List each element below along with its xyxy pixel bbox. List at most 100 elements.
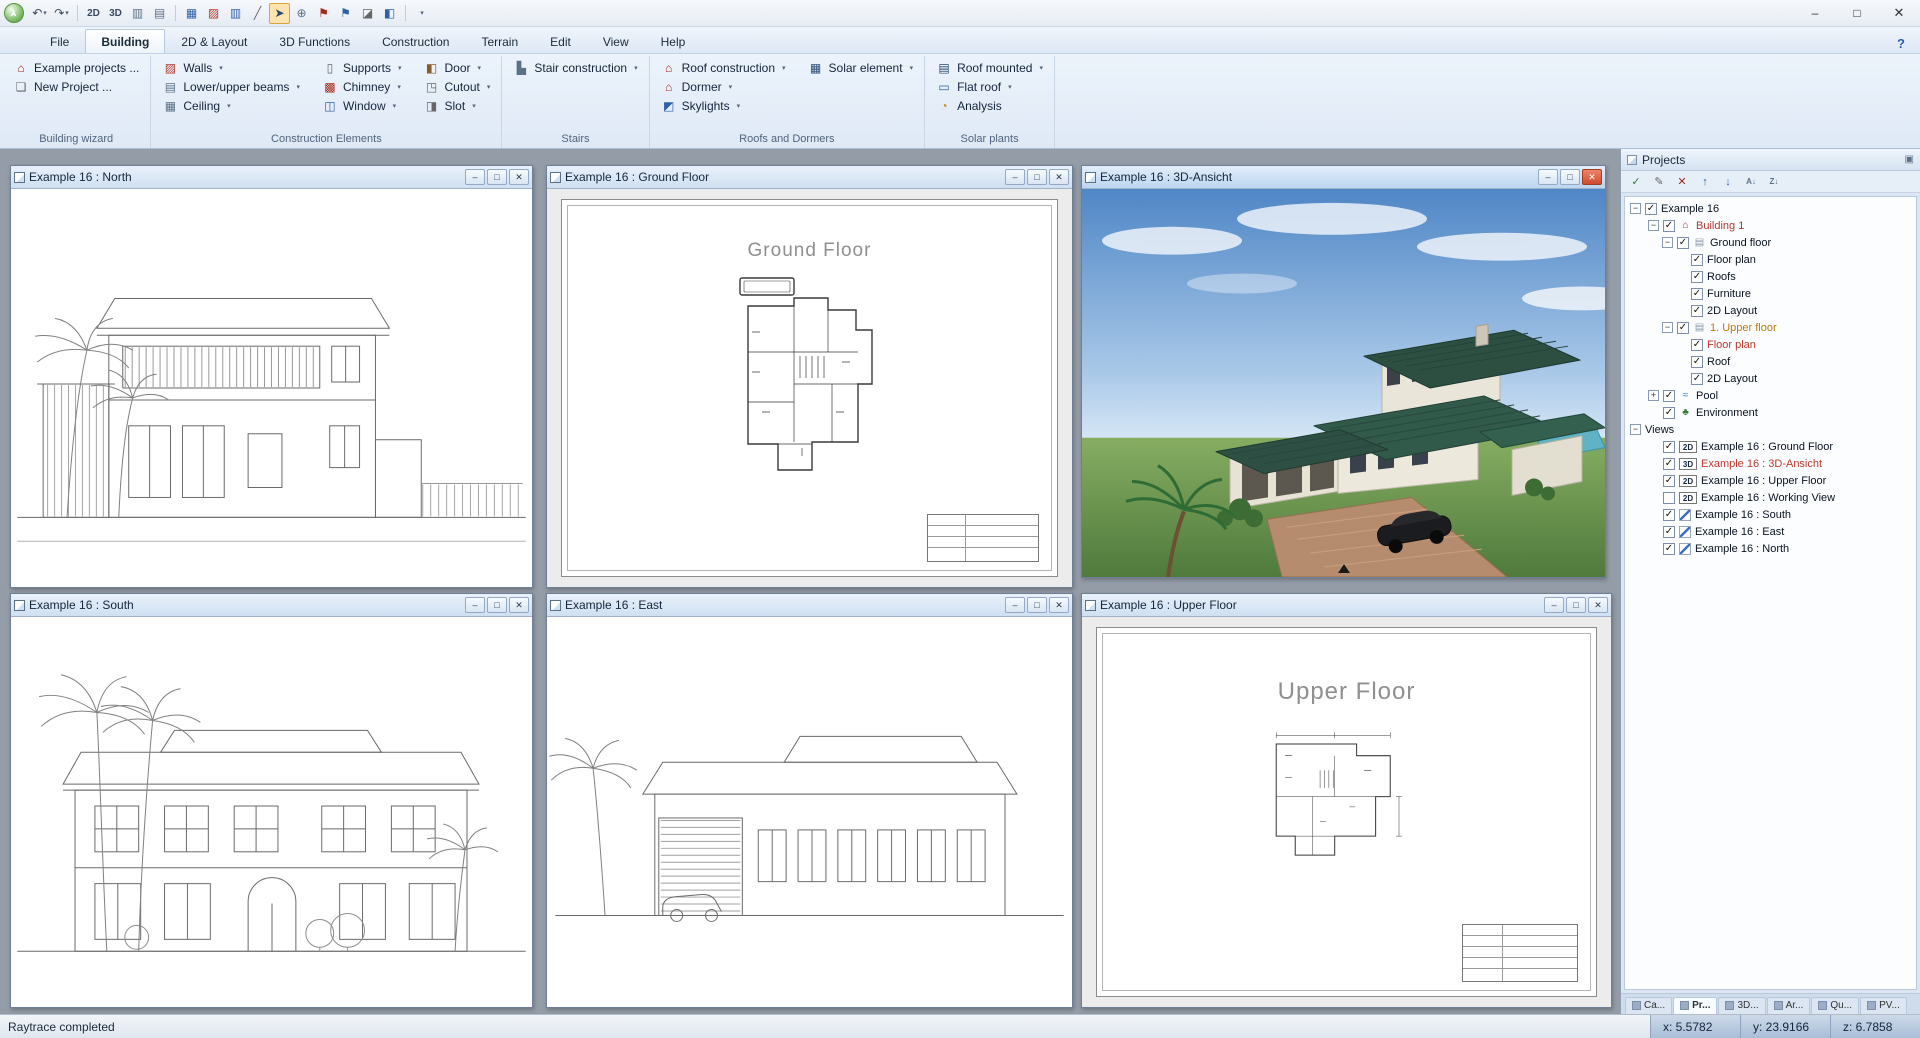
dropdown-caret-icon[interactable]: ▾ xyxy=(1008,83,1012,91)
roof-construction-button[interactable]: ⌂Roof construction▾ xyxy=(658,59,789,77)
tree-item-roofs[interactable]: ✓Roofs xyxy=(1625,268,1916,285)
tree-item-views[interactable]: −Views xyxy=(1625,421,1916,438)
tab-terrain[interactable]: Terrain xyxy=(465,29,534,53)
window-button[interactable]: ◫Window▾ xyxy=(319,97,405,115)
drawing-canvas-north[interactable] xyxy=(11,189,532,587)
tree-item-2d-layout-upper[interactable]: ✓2D Layout xyxy=(1625,370,1916,387)
close-button[interactable]: ✕ xyxy=(1049,169,1069,185)
tree-checkbox[interactable]: ✓ xyxy=(1691,271,1703,283)
tree-item-furniture[interactable]: ✓Furniture xyxy=(1625,285,1916,302)
tree-expander[interactable]: − xyxy=(1662,237,1673,248)
undo-caret-icon[interactable]: ▾ xyxy=(43,9,47,17)
window-close-button[interactable]: ✕ xyxy=(1878,0,1920,26)
tree-expander[interactable]: − xyxy=(1630,424,1641,435)
tree-checkbox[interactable]: ✓ xyxy=(1677,237,1689,249)
restore-button[interactable]: □ xyxy=(1027,169,1047,185)
tree-item-example-16[interactable]: −✓Example 16 xyxy=(1625,200,1916,217)
panel-tab-3d-objects[interactable]: 3D... xyxy=(1718,997,1765,1014)
tree-checkbox[interactable]: ✓ xyxy=(1691,305,1703,317)
window-titlebar[interactable]: Example 16 : Upper Floor –□✕ xyxy=(1082,594,1611,617)
dropdown-caret-icon[interactable]: ▾ xyxy=(729,83,733,91)
tree-item-view-south[interactable]: ✓Example 16 : South xyxy=(1625,506,1916,523)
dropdown-caret-icon[interactable]: ▾ xyxy=(634,64,638,72)
slot-button[interactable]: ◨Slot▾ xyxy=(421,97,494,115)
window-north[interactable]: Example 16 : North –□✕ xyxy=(10,165,533,588)
tree-item-view-3d-ansicht[interactable]: ✓3DExample 16 : 3D-Ansicht xyxy=(1625,455,1916,472)
supports-button[interactable]: ▯Supports▾ xyxy=(319,59,405,77)
pan-tool-button[interactable]: ⊕ xyxy=(291,3,312,24)
minimize-button[interactable]: – xyxy=(465,597,485,613)
ceiling-button[interactable]: ▦Ceiling▾ xyxy=(159,97,303,115)
drawing-canvas-ground-floor[interactable]: Ground Floor xyxy=(547,189,1072,587)
redo-button[interactable]: ↷▾ xyxy=(51,3,72,24)
tab-3d-functions[interactable]: 3D Functions xyxy=(263,29,366,53)
view-2d-button[interactable]: 2D xyxy=(83,3,104,24)
dropdown-caret-icon[interactable]: ▾ xyxy=(472,102,476,110)
tree-checkbox[interactable]: ✓ xyxy=(1663,220,1675,232)
dropdown-caret-icon[interactable]: ▾ xyxy=(397,83,401,91)
eraser-button[interactable]: ◪ xyxy=(357,3,378,24)
tree-item-view-upper-floor[interactable]: ✓2DExample 16 : Upper Floor xyxy=(1625,472,1916,489)
panel-tab-projects[interactable]: Pr... xyxy=(1673,997,1717,1014)
minimize-button[interactable]: – xyxy=(1544,597,1564,613)
undo-button[interactable]: ↶▾ xyxy=(29,3,50,24)
move-up-button[interactable]: ↑ xyxy=(1695,173,1715,191)
redo-caret-icon[interactable]: ▾ xyxy=(65,9,69,17)
tab-building[interactable]: Building xyxy=(85,29,165,53)
tree-checkbox[interactable]: ✓ xyxy=(1663,407,1675,419)
tree-checkbox[interactable]: ✓ xyxy=(1663,543,1675,555)
panel-tab-pv[interactable]: PV... xyxy=(1860,997,1907,1014)
dropdown-caret-icon[interactable]: ▾ xyxy=(1039,64,1043,72)
close-button[interactable]: ✕ xyxy=(509,597,529,613)
panel-tab-areas[interactable]: Ar... xyxy=(1767,997,1811,1014)
tab-file[interactable]: File xyxy=(34,29,85,53)
flat-roof-button[interactable]: ▭Flat roof▾ xyxy=(933,78,1046,96)
wall-tool-button[interactable]: ▨ xyxy=(203,3,224,24)
sort-ascending-button[interactable]: A↓ xyxy=(1741,173,1761,191)
window-ground-floor[interactable]: Example 16 : Ground Floor –□✕ Ground Flo… xyxy=(546,165,1073,588)
tree-item-floor-plan-upper[interactable]: ✓Floor plan xyxy=(1625,336,1916,353)
analysis-button[interactable]: ◔Analysis xyxy=(933,97,1046,115)
tree-item-view-working-view[interactable]: 2DExample 16 : Working View xyxy=(1625,489,1916,506)
sort-descending-button[interactable]: Z↓ xyxy=(1764,173,1784,191)
chimney-button[interactable]: ▩Chimney▾ xyxy=(319,78,405,96)
tree-item-building-1[interactable]: −✓⌂Building 1 xyxy=(1625,217,1916,234)
dropdown-caret-icon[interactable]: ▾ xyxy=(487,83,491,91)
minimize-button[interactable]: – xyxy=(1538,169,1558,185)
measure-tool-button[interactable]: ╱ xyxy=(247,3,268,24)
restore-button[interactable]: □ xyxy=(1027,597,1047,613)
tree-checkbox[interactable]: ✓ xyxy=(1663,458,1675,470)
window-titlebar[interactable]: Example 16 : 3D-Ansicht –□✕ xyxy=(1082,166,1605,189)
tree-checkbox[interactable]: ✓ xyxy=(1691,373,1703,385)
tab-help[interactable]: Help xyxy=(645,29,702,53)
tree-checkbox[interactable]: ✓ xyxy=(1677,322,1689,334)
dropdown-caret-icon[interactable]: ▾ xyxy=(219,64,223,72)
tree-checkbox[interactable]: ✓ xyxy=(1645,203,1657,215)
projects-panel-header[interactable]: Projects ▣ xyxy=(1621,149,1920,171)
tree-checkbox[interactable]: ✓ xyxy=(1691,288,1703,300)
tree-item-upper-floor[interactable]: −✓▤1. Upper floor xyxy=(1625,319,1916,336)
delete-button[interactable]: ✕ xyxy=(1672,173,1692,191)
roof-mounted-button[interactable]: ▤Roof mounted▾ xyxy=(933,59,1046,77)
panel-pin-icon[interactable]: ▣ xyxy=(1905,154,1914,165)
tree-item-view-ground-floor[interactable]: ✓2DExample 16 : Ground Floor xyxy=(1625,438,1916,455)
tree-checkbox[interactable]: ✓ xyxy=(1663,509,1675,521)
dropdown-caret-icon[interactable]: ▾ xyxy=(296,83,300,91)
window-south[interactable]: Example 16 : South –□✕ xyxy=(10,593,533,1008)
tree-expander[interactable]: − xyxy=(1630,203,1641,214)
window-minimize-button[interactable]: – xyxy=(1794,0,1836,26)
close-button[interactable]: ✕ xyxy=(1049,597,1069,613)
panel-tab-quantities[interactable]: Qu... xyxy=(1811,997,1859,1014)
drawing-canvas-south[interactable] xyxy=(11,617,532,1007)
tree-item-floor-plan[interactable]: ✓Floor plan xyxy=(1625,251,1916,268)
tab-construction[interactable]: Construction xyxy=(366,29,465,53)
help-icon[interactable]: ? xyxy=(1890,33,1912,53)
lower-upper-beams-button[interactable]: ▤Lower/upper beams▾ xyxy=(159,78,303,96)
tree-item-environment[interactable]: ✓♣Environment xyxy=(1625,404,1916,421)
app-logo-icon[interactable]: ➤ xyxy=(4,3,24,23)
tree-item-pool[interactable]: +✓≈Pool xyxy=(1625,387,1916,404)
tree-checkbox[interactable]: ✓ xyxy=(1663,390,1675,402)
tree-item-roof[interactable]: ✓Roof xyxy=(1625,353,1916,370)
new-project-button[interactable]: ❏New Project ... xyxy=(10,78,142,96)
window-titlebar[interactable]: Example 16 : East –□✕ xyxy=(547,594,1072,617)
